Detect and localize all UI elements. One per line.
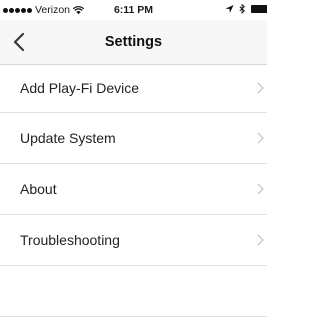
menu-item-partial[interactable] xyxy=(0,266,267,317)
battery-icon xyxy=(251,5,267,13)
settings-menu-list: Add Play-Fi Device Update System About T… xyxy=(0,64,267,317)
chevron-right-icon xyxy=(257,234,264,246)
menu-item-label: Update System xyxy=(20,130,116,146)
location-arrow-icon xyxy=(225,4,234,14)
menu-item-add-play-fi-device[interactable]: Add Play-Fi Device xyxy=(0,64,267,113)
chevron-right-icon xyxy=(257,132,264,144)
chevron-right-icon xyxy=(257,183,264,195)
menu-item-label: About xyxy=(20,181,57,197)
menu-item-update-system[interactable]: Update System xyxy=(0,113,267,164)
page-title: Settings xyxy=(104,34,163,50)
menu-item-troubleshooting[interactable]: Troubleshooting xyxy=(0,215,267,266)
status-bar: Verizon 6:11 PM xyxy=(0,0,267,20)
status-bar-right xyxy=(225,4,267,14)
bluetooth-icon xyxy=(239,4,245,14)
menu-item-label: Troubleshooting xyxy=(20,232,120,248)
navigation-bar: Settings xyxy=(0,20,267,65)
chevron-right-icon xyxy=(257,82,264,94)
menu-item-about[interactable]: About xyxy=(0,164,267,215)
menu-item-label: Add Play-Fi Device xyxy=(20,80,140,96)
